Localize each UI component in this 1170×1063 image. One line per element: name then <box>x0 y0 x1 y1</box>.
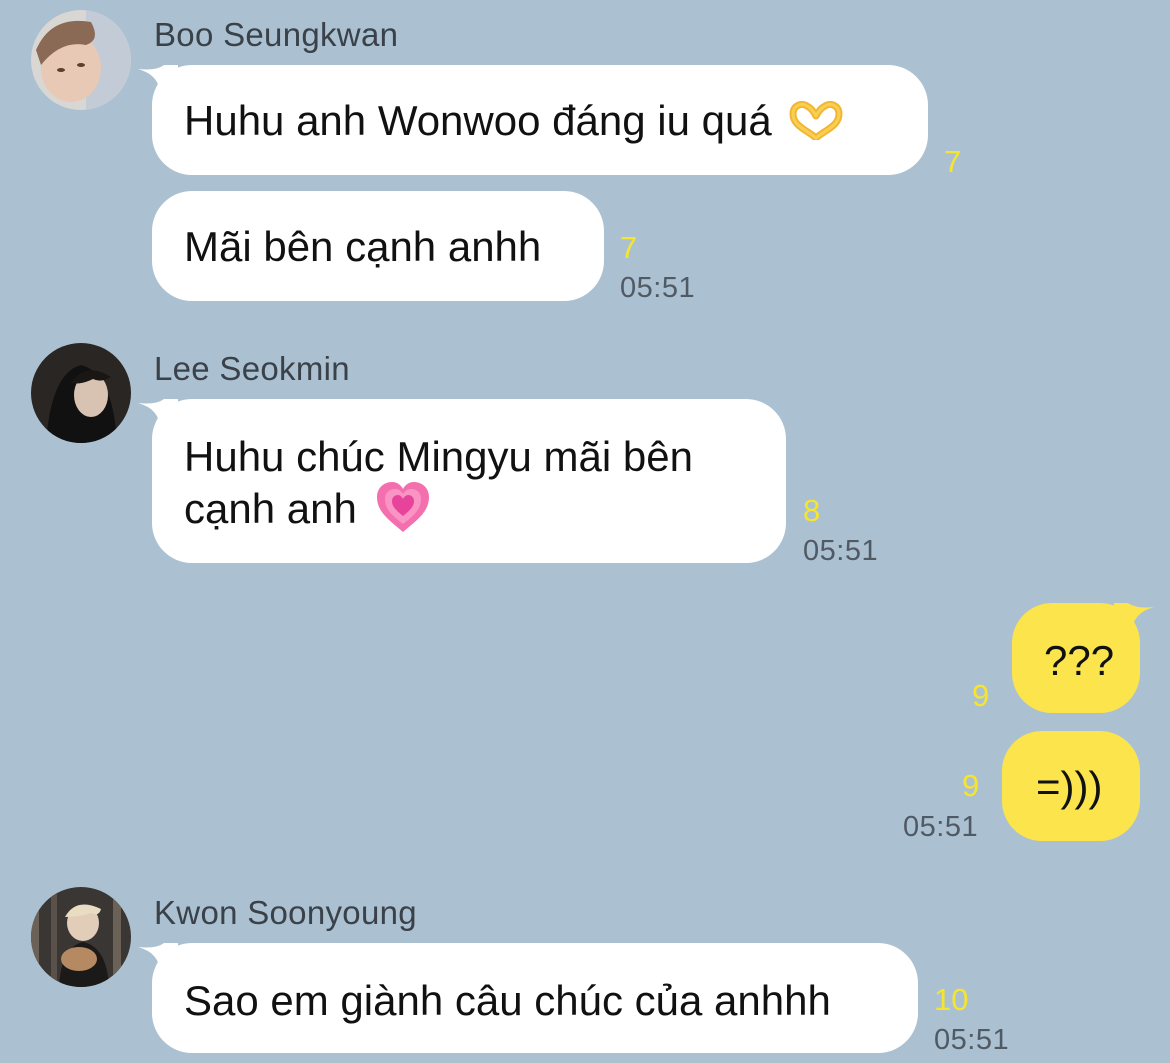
unread-count: 7 <box>620 230 638 265</box>
my-message-bubble[interactable]: =))) <box>1002 731 1140 841</box>
unread-count: 7 <box>944 144 962 179</box>
unread-count: 10 <box>934 982 969 1017</box>
message-text-line1: Huhu chúc Mingyu mãi bên <box>184 433 693 480</box>
avatar-photo <box>31 343 131 443</box>
message-text-line2: cạnh anh <box>184 485 357 532</box>
heart-hands-emoji <box>789 100 843 140</box>
message-timestamp: 05:51 <box>803 535 879 567</box>
unread-count: 8 <box>803 493 821 528</box>
message-text: ??? <box>1044 637 1115 684</box>
message-timestamp: 05:51 <box>903 811 979 843</box>
avatar-photo <box>31 887 131 987</box>
my-message-bubble[interactable]: ??? <box>1012 603 1154 713</box>
message-text: Mãi bên cạnh anhh <box>184 223 542 270</box>
unread-count: 9 <box>962 768 980 803</box>
avatar-lee-seokmin[interactable] <box>31 343 131 443</box>
sender-name: Kwon Soonyoung <box>154 894 417 931</box>
message-text: =))) <box>1036 763 1103 810</box>
bubble-tail <box>1114 603 1154 633</box>
message-bubble[interactable]: Huhu chúc Mingyu mãi bên cạnh anh <box>138 399 786 563</box>
sender-name: Boo Seungkwan <box>154 16 399 53</box>
message-timestamp: 05:51 <box>934 1024 1010 1056</box>
message-text: Huhu anh Wonwoo đáng iu quá <box>184 97 772 144</box>
unread-count: 9 <box>972 678 990 713</box>
message-bubble[interactable]: Mãi bên cạnh anhh <box>152 191 604 301</box>
growing-heart-emoji <box>376 481 429 532</box>
avatar-photo <box>31 10 131 110</box>
avatar-kwon-soonyoung[interactable] <box>31 887 131 987</box>
bubble-tail <box>138 65 178 95</box>
sender-name: Lee Seokmin <box>154 350 350 387</box>
message-bubble[interactable]: Sao em giành câu chúc của anhhh <box>138 943 918 1053</box>
avatar-boo-seungkwan[interactable] <box>31 10 131 110</box>
message-timestamp: 05:51 <box>620 272 696 304</box>
message-bubble[interactable]: Huhu anh Wonwoo đáng iu quá <box>138 65 928 175</box>
bubble-tail <box>138 399 178 429</box>
message-text: Sao em giành câu chúc của anhhh <box>184 977 831 1024</box>
bubble-tail <box>138 943 178 973</box>
